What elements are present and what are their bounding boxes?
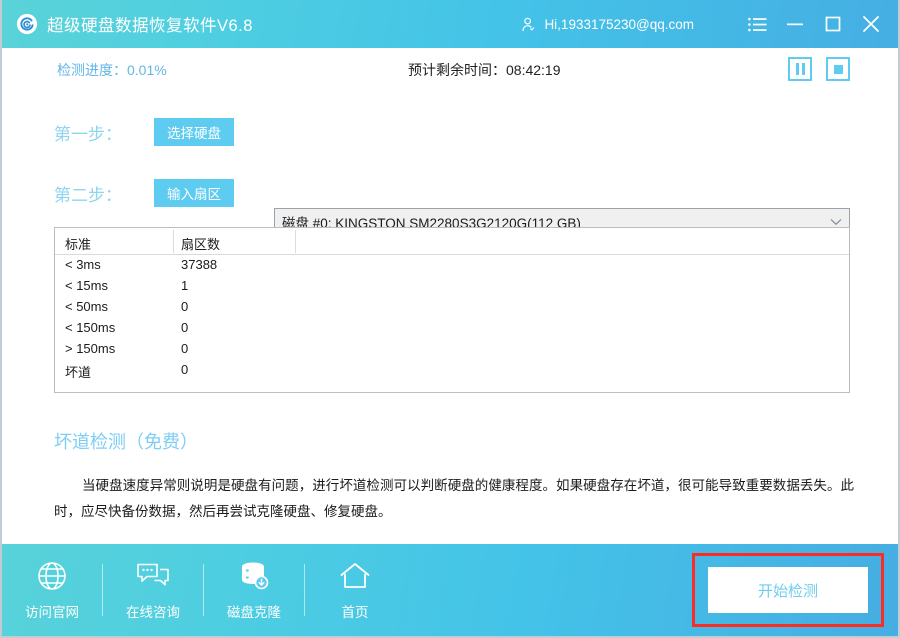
home-icon (339, 559, 371, 593)
toolbar-item-home[interactable]: 首页 (305, 544, 405, 636)
app-window: 超级硬盘数据恢复软件V6.8 Hi,1933175230@qq.com 检测进度… (0, 0, 900, 638)
app-title: 超级硬盘数据恢复软件V6.8 (47, 17, 253, 35)
table-row: > 150ms 0 (55, 339, 849, 360)
input-sector-button[interactable]: 输入扇区 (154, 179, 234, 207)
start-scan-highlight: 开始检测 (692, 553, 884, 627)
pause-button[interactable] (788, 57, 812, 81)
table-cell-count: 1 (181, 278, 189, 293)
table-column-sector-count: 扇区数 (181, 237, 221, 252)
toolbar-item-disk-clone[interactable]: 磁盘克隆 (204, 544, 304, 636)
table-cell-standard: < 50ms (65, 299, 108, 314)
table-column-standard: 标准 (65, 237, 92, 252)
table-cell-count: 37388 (181, 257, 218, 272)
minimize-icon (787, 23, 803, 26)
step-one-label: 第一步： (54, 124, 122, 144)
title-bar: 超级硬盘数据恢复软件V6.8 Hi,1933175230@qq.com (2, 0, 898, 48)
table-cell-count: 0 (181, 320, 189, 335)
list-menu-icon (747, 17, 766, 31)
table-cell-standard: > 150ms (65, 341, 116, 356)
status-bar: 检测进度：0.01% 预计剩余时间：08:42:19 (2, 48, 898, 92)
table-cell-count: 0 (181, 341, 189, 356)
table-cell-standard: < 150ms (65, 320, 116, 335)
menu-button[interactable] (738, 0, 776, 48)
user-account-label: Hi,1933175230@qq.com (544, 16, 694, 32)
table-cell-standard: < 3ms (65, 257, 101, 272)
select-disk-button[interactable]: 选择硬盘 (154, 118, 234, 146)
scan-progress-text: 检测进度：0.01% (57, 62, 167, 78)
globe-icon (36, 559, 68, 593)
user-account[interactable]: Hi,1933175230@qq.com (520, 16, 694, 33)
table-row: 坏道 0 (55, 360, 849, 381)
start-scan-button[interactable]: 开始检测 (708, 567, 868, 613)
chevron-down-icon (823, 218, 849, 226)
chat-icon (136, 559, 170, 593)
table-cell-count: 0 (181, 362, 189, 377)
close-button[interactable] (852, 0, 890, 48)
scan-results-table: 标准 扇区数 < 3ms 37388 < 15ms 1 < 50ms 0 < 1… (54, 227, 850, 393)
stop-button[interactable] (826, 57, 850, 81)
table-row: < 3ms 37388 (55, 255, 849, 276)
table-row: < 15ms 1 (55, 276, 849, 297)
close-icon (863, 16, 879, 32)
step-one-row: 第一步： 选择硬盘 (54, 117, 234, 147)
user-account-icon (522, 17, 535, 31)
table-row: < 150ms 0 (55, 318, 849, 339)
toolbar-label: 访问官网 (25, 605, 79, 620)
stop-icon (833, 64, 843, 74)
minimize-button[interactable] (776, 0, 814, 48)
toolbar-label: 在线咨询 (126, 605, 180, 620)
app-swirl-logo (16, 13, 38, 35)
step-two-row: 第二步： 输入扇区 (54, 178, 234, 208)
maximize-icon (825, 16, 841, 32)
table-column-divider (295, 230, 296, 253)
pause-icon (795, 63, 805, 75)
toolbar-label: 首页 (341, 605, 369, 620)
table-cell-standard: 坏道 (65, 365, 92, 380)
toolbar-label: 磁盘克隆 (227, 605, 281, 620)
toolbar-item-online-chat[interactable]: 在线咨询 (103, 544, 203, 636)
database-icon (238, 559, 270, 593)
table-column-divider (173, 230, 174, 253)
table-cell-standard: < 15ms (65, 278, 108, 293)
table-row: < 50ms 0 (55, 297, 849, 318)
info-section-title: 坏道检测（免费） (54, 432, 198, 452)
info-section-body: 当硬盘速度异常则说明是硬盘有问题，进行坏道检测可以判断硬盘的健康程度。如果硬盘存… (54, 478, 854, 519)
maximize-button[interactable] (814, 0, 852, 48)
remaining-time-text: 预计剩余时间：08:42:19 (408, 62, 561, 78)
scan-controls (788, 57, 850, 81)
toolbar-item-official-site[interactable]: 访问官网 (2, 544, 102, 636)
table-header-row: 标准 扇区数 (55, 228, 849, 255)
bottom-toolbar: 访问官网 在线咨询 磁盘克隆 首页 开始检测 (2, 544, 898, 636)
main-content: 第一步： 选择硬盘 磁盘 #0: KINGSTON SM2280S3G2120G… (2, 91, 898, 546)
table-cell-count: 0 (181, 299, 189, 314)
step-two-label: 第二步： (54, 185, 122, 205)
